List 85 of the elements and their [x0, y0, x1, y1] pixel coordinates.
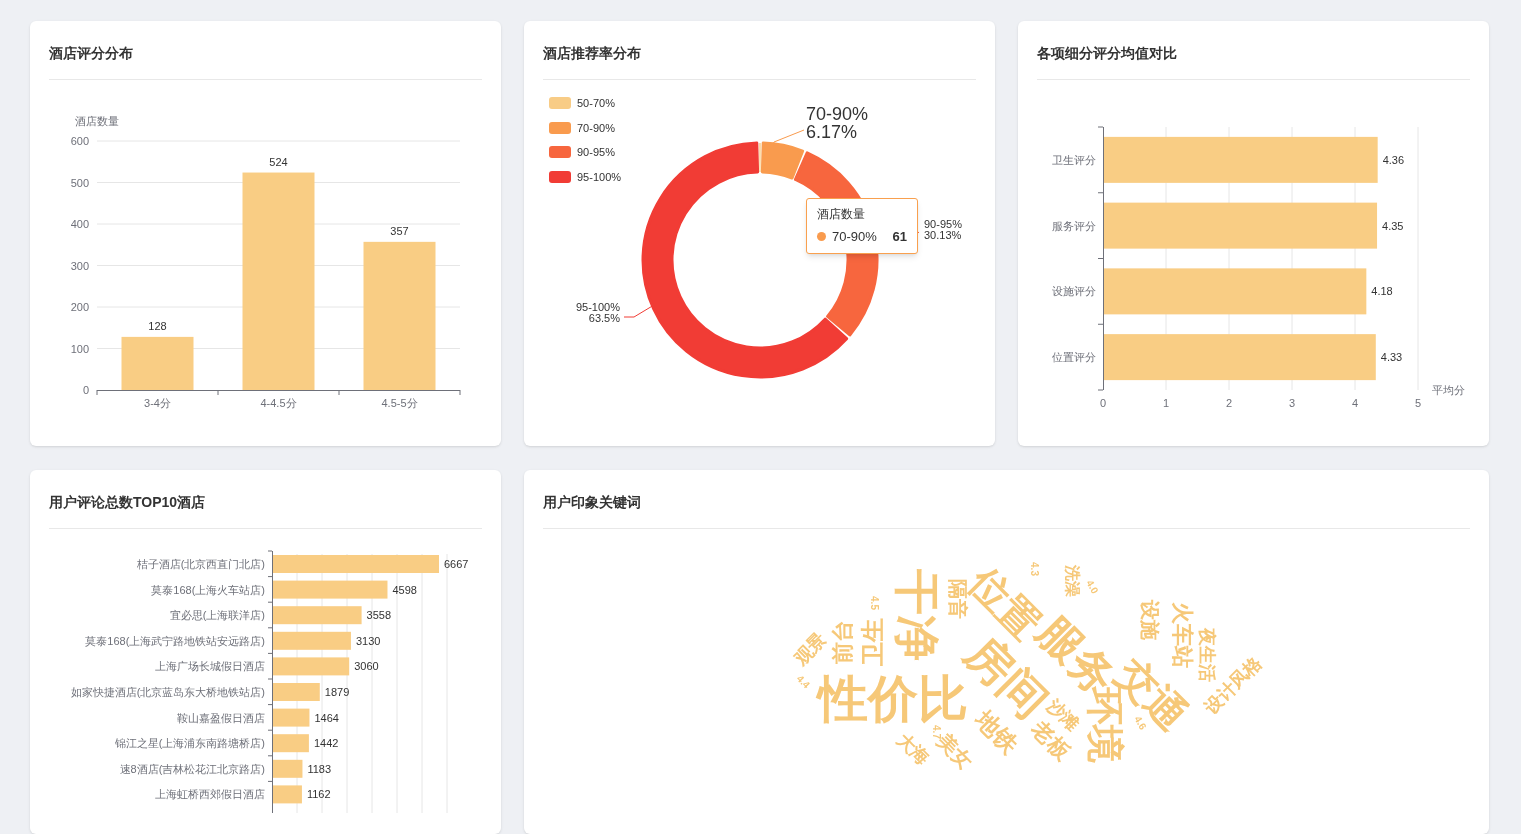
- tick-label: 100: [70, 342, 89, 355]
- value-label: 3130: [355, 634, 381, 647]
- keyword[interactable]: 卫生: [861, 618, 885, 666]
- keyword[interactable]: 夜生活: [1198, 628, 1216, 682]
- keyword[interactable]: 洗澡: [1064, 565, 1080, 597]
- card-title: 酒店评分分布: [49, 43, 482, 80]
- bar: [273, 683, 320, 701]
- value-label: 3060: [354, 660, 379, 673]
- keyword[interactable]: 4.5: [869, 596, 879, 610]
- keyword[interactable]: 设施: [1140, 600, 1160, 640]
- tick-label: 3: [1288, 397, 1296, 409]
- value-label: 1464: [314, 711, 339, 724]
- legend-item[interactable]: 90-95%: [549, 144, 622, 161]
- legend-item[interactable]: 70-90%: [549, 119, 622, 136]
- tick-label: 如家快捷酒店(北京蓝岛东大桥地铁站店): [70, 686, 265, 698]
- keyword[interactable]: 4.3: [1029, 562, 1039, 576]
- value-label: 4598: [392, 583, 417, 596]
- slice-label: 70-90% 6.17%: [806, 104, 869, 142]
- tick-label: 5: [1414, 397, 1422, 409]
- value-label: 524: [269, 155, 288, 168]
- tick-label: 莫泰168(上海火车站店): [151, 583, 265, 596]
- tick-label: 锦江之星(上海浦东南路塘桥店): [114, 737, 265, 750]
- tooltip-name: 70-90%: [832, 228, 877, 246]
- keyword[interactable]: 4.0: [1084, 578, 1100, 596]
- tick-label: 400: [70, 218, 89, 230]
- bar: [273, 759, 303, 778]
- keyword[interactable]: 前台: [832, 620, 854, 664]
- leader-line: [623, 304, 655, 318]
- tick-label: 设施评分: [1052, 285, 1096, 298]
- keyword[interactable]: 干净: [894, 569, 940, 661]
- keyword[interactable]: 大海: [893, 729, 933, 769]
- bar: [273, 708, 310, 727]
- tick-label: 0: [1099, 397, 1107, 409]
- bar: [273, 734, 309, 753]
- tick-label: 速8酒店(吉林松花江北京路店): [119, 762, 265, 775]
- card-title: 用户印象关键词: [543, 492, 1470, 529]
- value-label: 3558: [366, 609, 392, 622]
- slice-label: 90-95% 30.13%: [924, 218, 962, 241]
- tick-label: 位置评分: [1052, 351, 1096, 364]
- tick-label: 1: [1162, 397, 1170, 409]
- tick-label: 宜必思(上海联洋店): [169, 609, 265, 622]
- keyword[interactable]: 观景: [790, 629, 830, 669]
- legend-item[interactable]: 95-100%: [549, 168, 622, 185]
- value-label: 1183: [307, 762, 332, 775]
- tick-label: 莫泰168(上海武宁路地铁站安远路店): [85, 634, 265, 647]
- tick-label: 4.5-5分: [381, 397, 418, 409]
- value-label: 357: [390, 224, 409, 237]
- tick-label: 卫生评分: [1052, 153, 1096, 166]
- keyword[interactable]: 4.4: [794, 673, 812, 691]
- axis-title: 平均分: [1432, 384, 1465, 396]
- bar: [273, 785, 302, 804]
- donut-slice[interactable]: [760, 141, 805, 180]
- tick-label: 300: [70, 259, 89, 272]
- value-label: 6667: [444, 558, 469, 570]
- tick-label: 上海虹桥西郊假日酒店: [155, 788, 265, 801]
- slice-label: 95-100% 63.5%: [575, 301, 620, 324]
- value-label: 4.33: [1380, 351, 1403, 364]
- tick-label: 上海广场长城假日酒店: [155, 660, 265, 673]
- tick-label: 600: [70, 135, 89, 147]
- card-title: 各项细分评分均值对比: [1037, 43, 1470, 80]
- value-label: 4.36: [1382, 153, 1405, 166]
- tick-label: 3-4分: [144, 397, 171, 409]
- tick-label: 0: [82, 384, 89, 396]
- keyword[interactable]: 火车站: [1171, 602, 1193, 668]
- tooltip-value: 61: [892, 228, 907, 246]
- value-label: 1879: [324, 686, 350, 698]
- tick-label: 桔子酒店(北京西直门北店): [136, 558, 265, 570]
- tick-label: 服务评分: [1052, 219, 1096, 232]
- value-label: 4.35: [1382, 219, 1404, 232]
- card-title: 用户评论总数TOP10酒店: [49, 492, 482, 529]
- tooltip-title: 酒店数量: [817, 206, 866, 223]
- card-title: 酒店推荐率分布: [543, 43, 976, 80]
- tick-label: 鞍山嘉盈假日酒店: [177, 711, 265, 724]
- tick-label: 4: [1351, 397, 1359, 409]
- value-label: 1442: [313, 737, 339, 750]
- axis-title: 酒店数量: [75, 115, 119, 127]
- tick-label: 500: [70, 176, 89, 189]
- value-label: 1162: [306, 788, 331, 801]
- tick-label: 2: [1225, 397, 1233, 409]
- value-label: 4.18: [1371, 285, 1393, 298]
- value-label: 128: [148, 319, 167, 332]
- keyword[interactable]: 隔音: [948, 579, 968, 619]
- tick-label: 200: [70, 301, 89, 313]
- tick-label: 4-4.5分: [260, 397, 297, 409]
- legend-item[interactable]: 50-70%: [549, 95, 622, 112]
